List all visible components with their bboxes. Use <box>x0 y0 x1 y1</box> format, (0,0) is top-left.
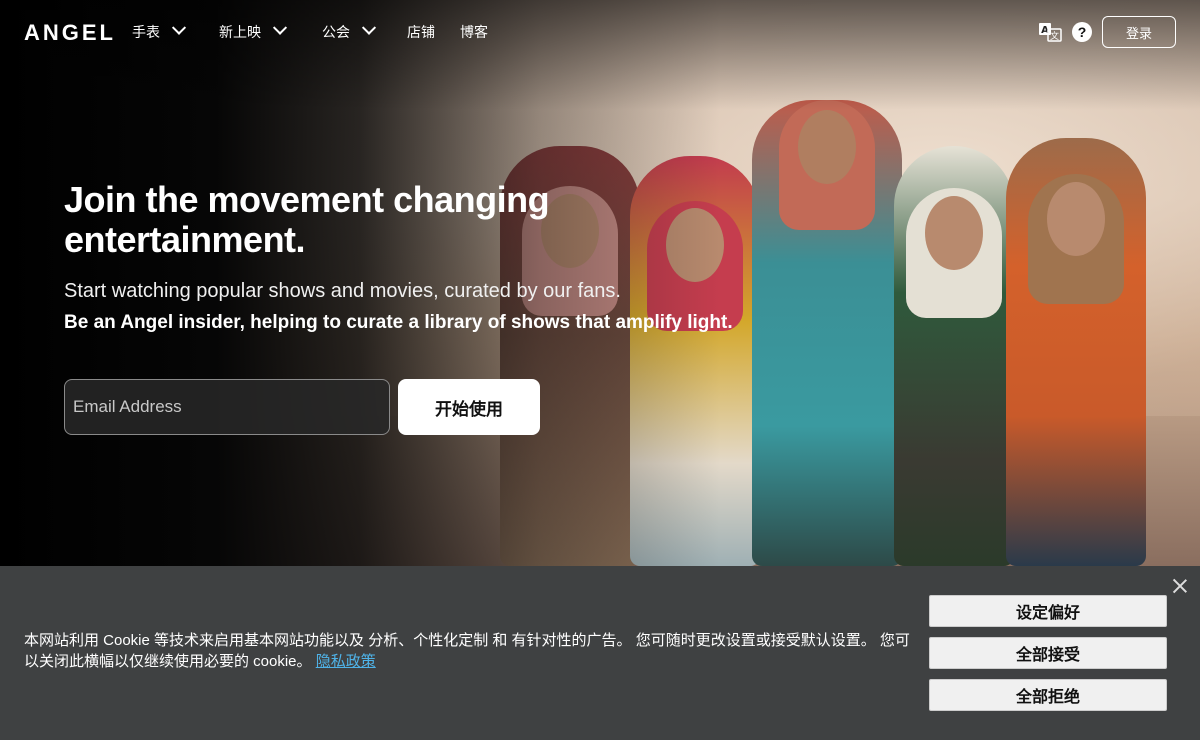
cookie-message: 本网站利用 Cookie 等技术来启用基本网站功能以及 分析、个性化定制 和 有… <box>24 630 914 672</box>
nav-item-blog[interactable]: 博客 <box>460 22 488 42</box>
translate-icon[interactable]: A 文 <box>1038 22 1062 42</box>
angel-logo[interactable]: ANGEL <box>24 20 116 46</box>
nav-item-label: 店铺 <box>407 24 435 40</box>
nav-item-new-releases[interactable]: 新上映 <box>219 20 288 42</box>
nav-item-label: 博客 <box>460 24 488 40</box>
nav-item-watch[interactable]: 手表 <box>132 20 187 42</box>
svg-text:文: 文 <box>1050 30 1059 42</box>
cookie-accept-all-button[interactable]: 全部接受 <box>929 637 1167 669</box>
chevron-down-icon <box>361 20 377 35</box>
hero-headline: Join the movement changing entertainment… <box>64 179 550 260</box>
cookie-message-text: 本网站利用 Cookie 等技术来启用基本网站功能以及 分析、个性化定制 和 有… <box>24 632 910 670</box>
nav-item-label: 公会 <box>322 24 350 40</box>
nav-item-label: 手表 <box>132 24 160 40</box>
login-button[interactable]: 登录 <box>1102 16 1176 48</box>
hero-subtitle-bold: Be an Angel insider, helping to curate a… <box>64 312 733 333</box>
help-icon[interactable]: ? <box>1072 22 1092 42</box>
hero-subtitle: Start watching popular shows and movies,… <box>64 280 621 302</box>
chevron-down-icon <box>272 20 288 35</box>
close-icon[interactable] <box>1172 578 1188 594</box>
nav-item-shop[interactable]: 店铺 <box>407 22 435 42</box>
email-input[interactable] <box>64 379 390 435</box>
cookie-reject-all-button[interactable]: 全部拒绝 <box>929 679 1167 711</box>
nav-item-label: 新上映 <box>219 24 261 40</box>
privacy-policy-link[interactable]: 隐私政策 <box>316 653 376 670</box>
cookie-preferences-button[interactable]: 设定偏好 <box>929 595 1167 627</box>
nav-item-guild[interactable]: 公会 <box>322 20 377 42</box>
top-navigation: ANGEL 手表 新上映 公会 店铺 博客 A 文 ? 登录 <box>0 0 1200 64</box>
get-started-button[interactable]: 开始使用 <box>398 379 540 435</box>
chevron-down-icon <box>171 20 187 35</box>
